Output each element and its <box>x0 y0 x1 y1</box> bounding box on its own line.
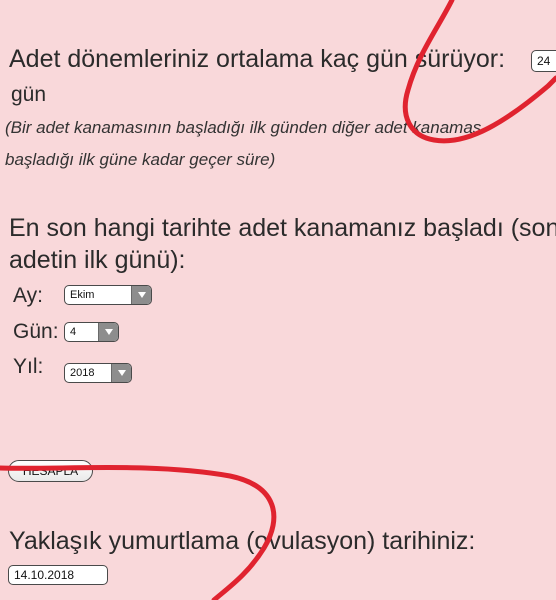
year-label: Yıl: <box>13 355 44 378</box>
year-select-value: 2018 <box>70 367 95 379</box>
year-select[interactable]: 2018 <box>64 363 132 383</box>
cycle-length-input[interactable]: 24 <box>531 50 556 72</box>
chevron-down-icon[interactable] <box>111 364 131 382</box>
chevron-down-icon[interactable] <box>131 286 151 304</box>
last-period-question-line1: En son hangi tarihte adet kanamanız başl… <box>9 214 556 242</box>
month-select[interactable]: Ekim <box>64 285 152 305</box>
cycle-length-question: Adet dönemleriniz ortalama kaç gün sürüy… <box>9 45 506 73</box>
month-label: Ay: <box>13 284 43 307</box>
month-select-value: Ekim <box>70 289 95 301</box>
ovulation-result-label: Yaklaşık yumurtlama (ovulasyon) tarihini… <box>9 527 476 555</box>
cycle-length-note-line1: (Bir adet kanamasının başladığı ilk günd… <box>5 118 482 137</box>
chevron-down-icon[interactable] <box>98 323 118 341</box>
day-select-value: 4 <box>70 326 77 338</box>
ovulation-date-field: 14.10.2018 <box>8 565 108 585</box>
day-label: Gün: <box>13 320 59 343</box>
cycle-length-unit: gün <box>11 83 47 106</box>
day-select[interactable]: 4 <box>64 322 119 342</box>
cycle-length-note-line2: başladığı ilk güne kadar geçer süre) <box>5 150 276 169</box>
calculate-button[interactable]: HESAPLA <box>8 460 93 482</box>
last-period-question-line2: adetin ilk günü): <box>9 246 186 274</box>
